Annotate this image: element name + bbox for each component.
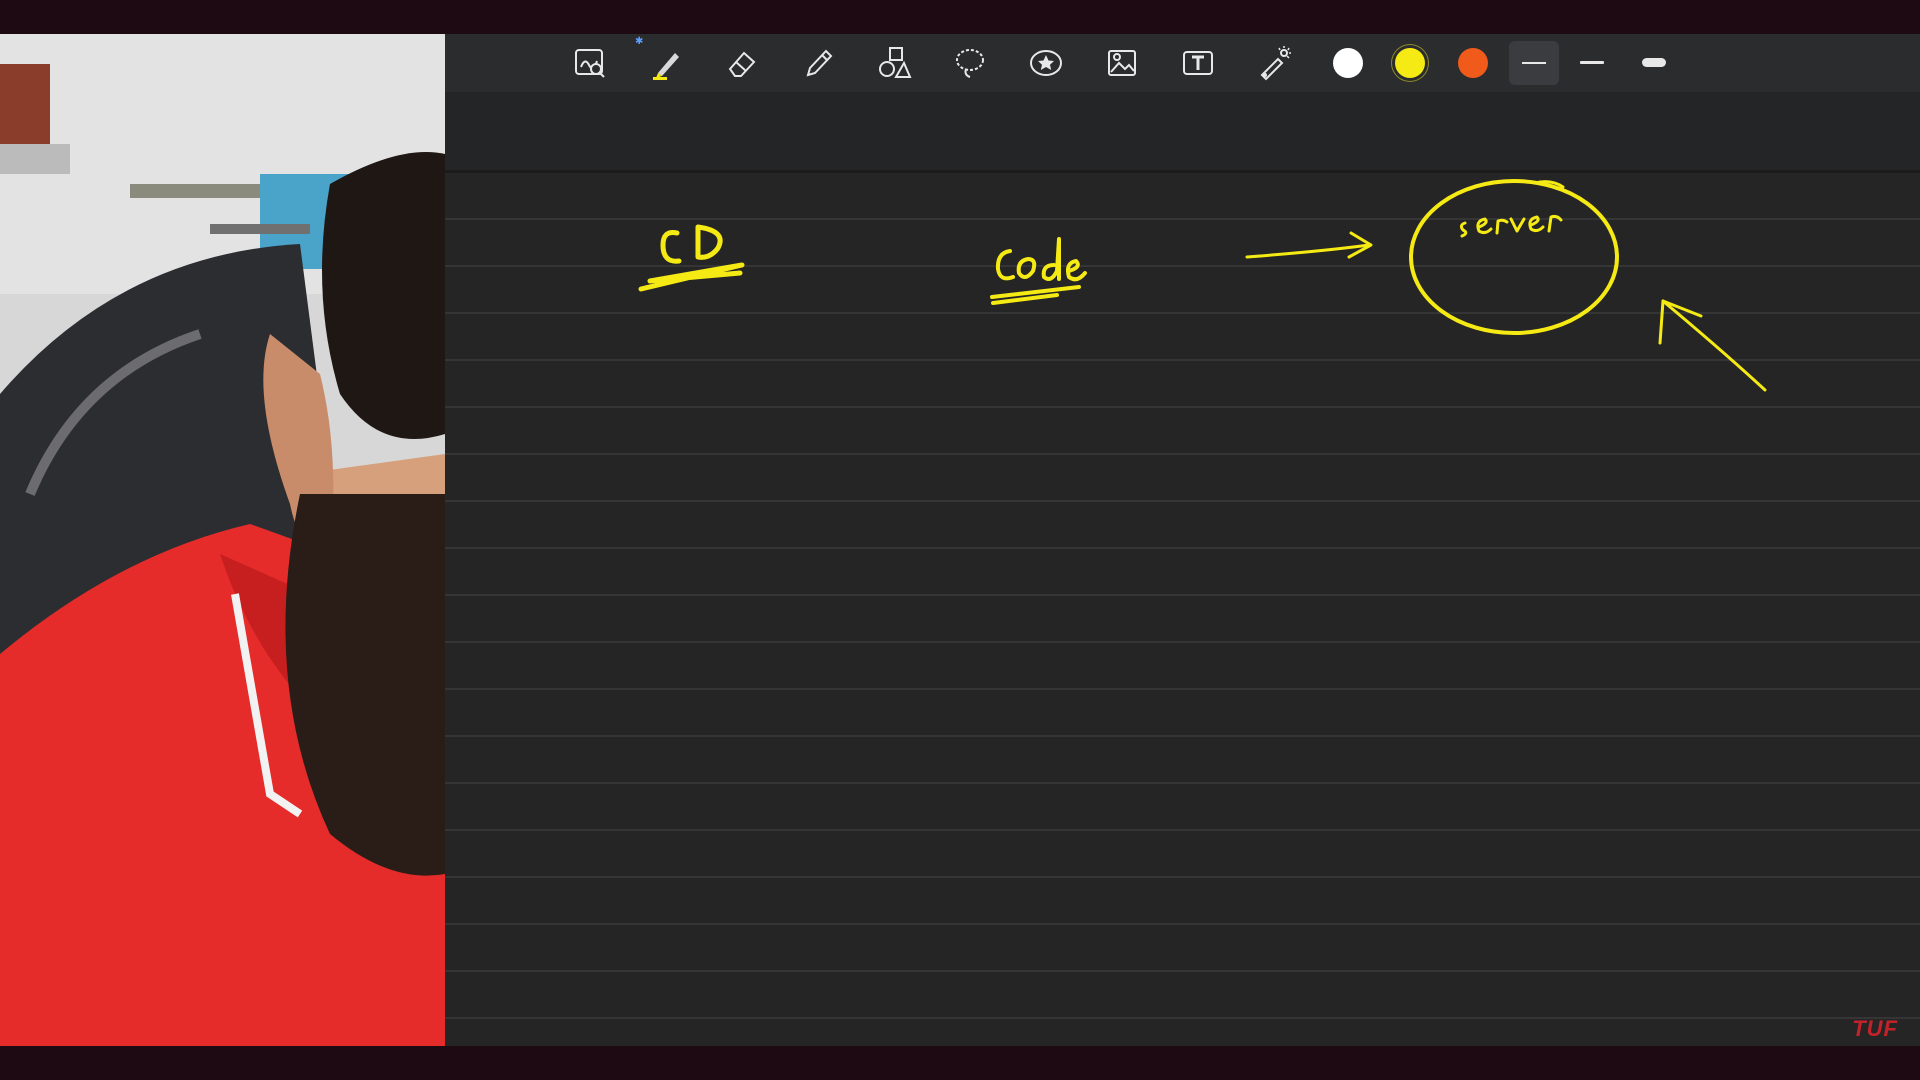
thin-line-icon [1522,62,1546,64]
sticker-tool[interactable] [1025,43,1067,83]
stroke-width-thick[interactable] [1633,43,1675,83]
highlighter-pen-icon [653,53,679,80]
ink-arrow-up-left [1658,299,1767,392]
stroke-width-medium[interactable] [1571,43,1613,83]
channel-watermark: TUF [1852,1016,1898,1041]
notes-header-bar [445,92,1920,173]
zoom-window-icon [575,49,605,78]
laser-pointer-icon [1260,46,1291,81]
medium-line-icon [1580,61,1604,64]
ink-server-circle [1409,179,1619,335]
highlighter-pen-tool[interactable] [645,43,687,83]
ink-word-cd [638,224,745,292]
ink-arrow-right [1245,231,1373,259]
bluetooth-icon: ✱ [635,36,644,47]
handwritten-ink [638,179,1767,392]
stroke-width-thin[interactable] [1509,41,1559,85]
ink-word-code [990,237,1087,305]
drawing-canvas[interactable] [445,173,1920,1046]
sticker-icon [1030,50,1062,76]
zoom-window-tool[interactable] [569,43,611,83]
webcam-feed [0,34,445,1046]
shapes-icon [879,47,912,78]
image-tool[interactable] [1101,43,1143,83]
pencil-tool[interactable] [797,43,839,83]
text-box-icon [1183,51,1213,75]
eraser-tool[interactable] [721,43,763,83]
notes-app: ✱ TUF [445,34,1920,1046]
text-box-tool[interactable] [1177,43,1219,83]
lasso-icon [956,49,984,78]
ink-word-server [1459,214,1563,238]
shapes-tool[interactable] [873,43,915,83]
thick-line-icon [1642,58,1666,67]
presenter-image [0,34,445,1046]
eraser-icon [728,51,756,77]
color-swatch-orange[interactable] [1458,48,1488,78]
color-swatch-white[interactable] [1333,48,1363,78]
image-icon [1108,50,1136,76]
color-swatch-yellow[interactable] [1395,48,1425,78]
video-frame: ✱ TUF [0,34,1920,1046]
drawing-toolbar: ✱ [445,34,1920,92]
pencil-icon [806,49,833,77]
laser-pointer-tool[interactable] [1253,43,1295,83]
lasso-tool[interactable] [949,43,991,83]
